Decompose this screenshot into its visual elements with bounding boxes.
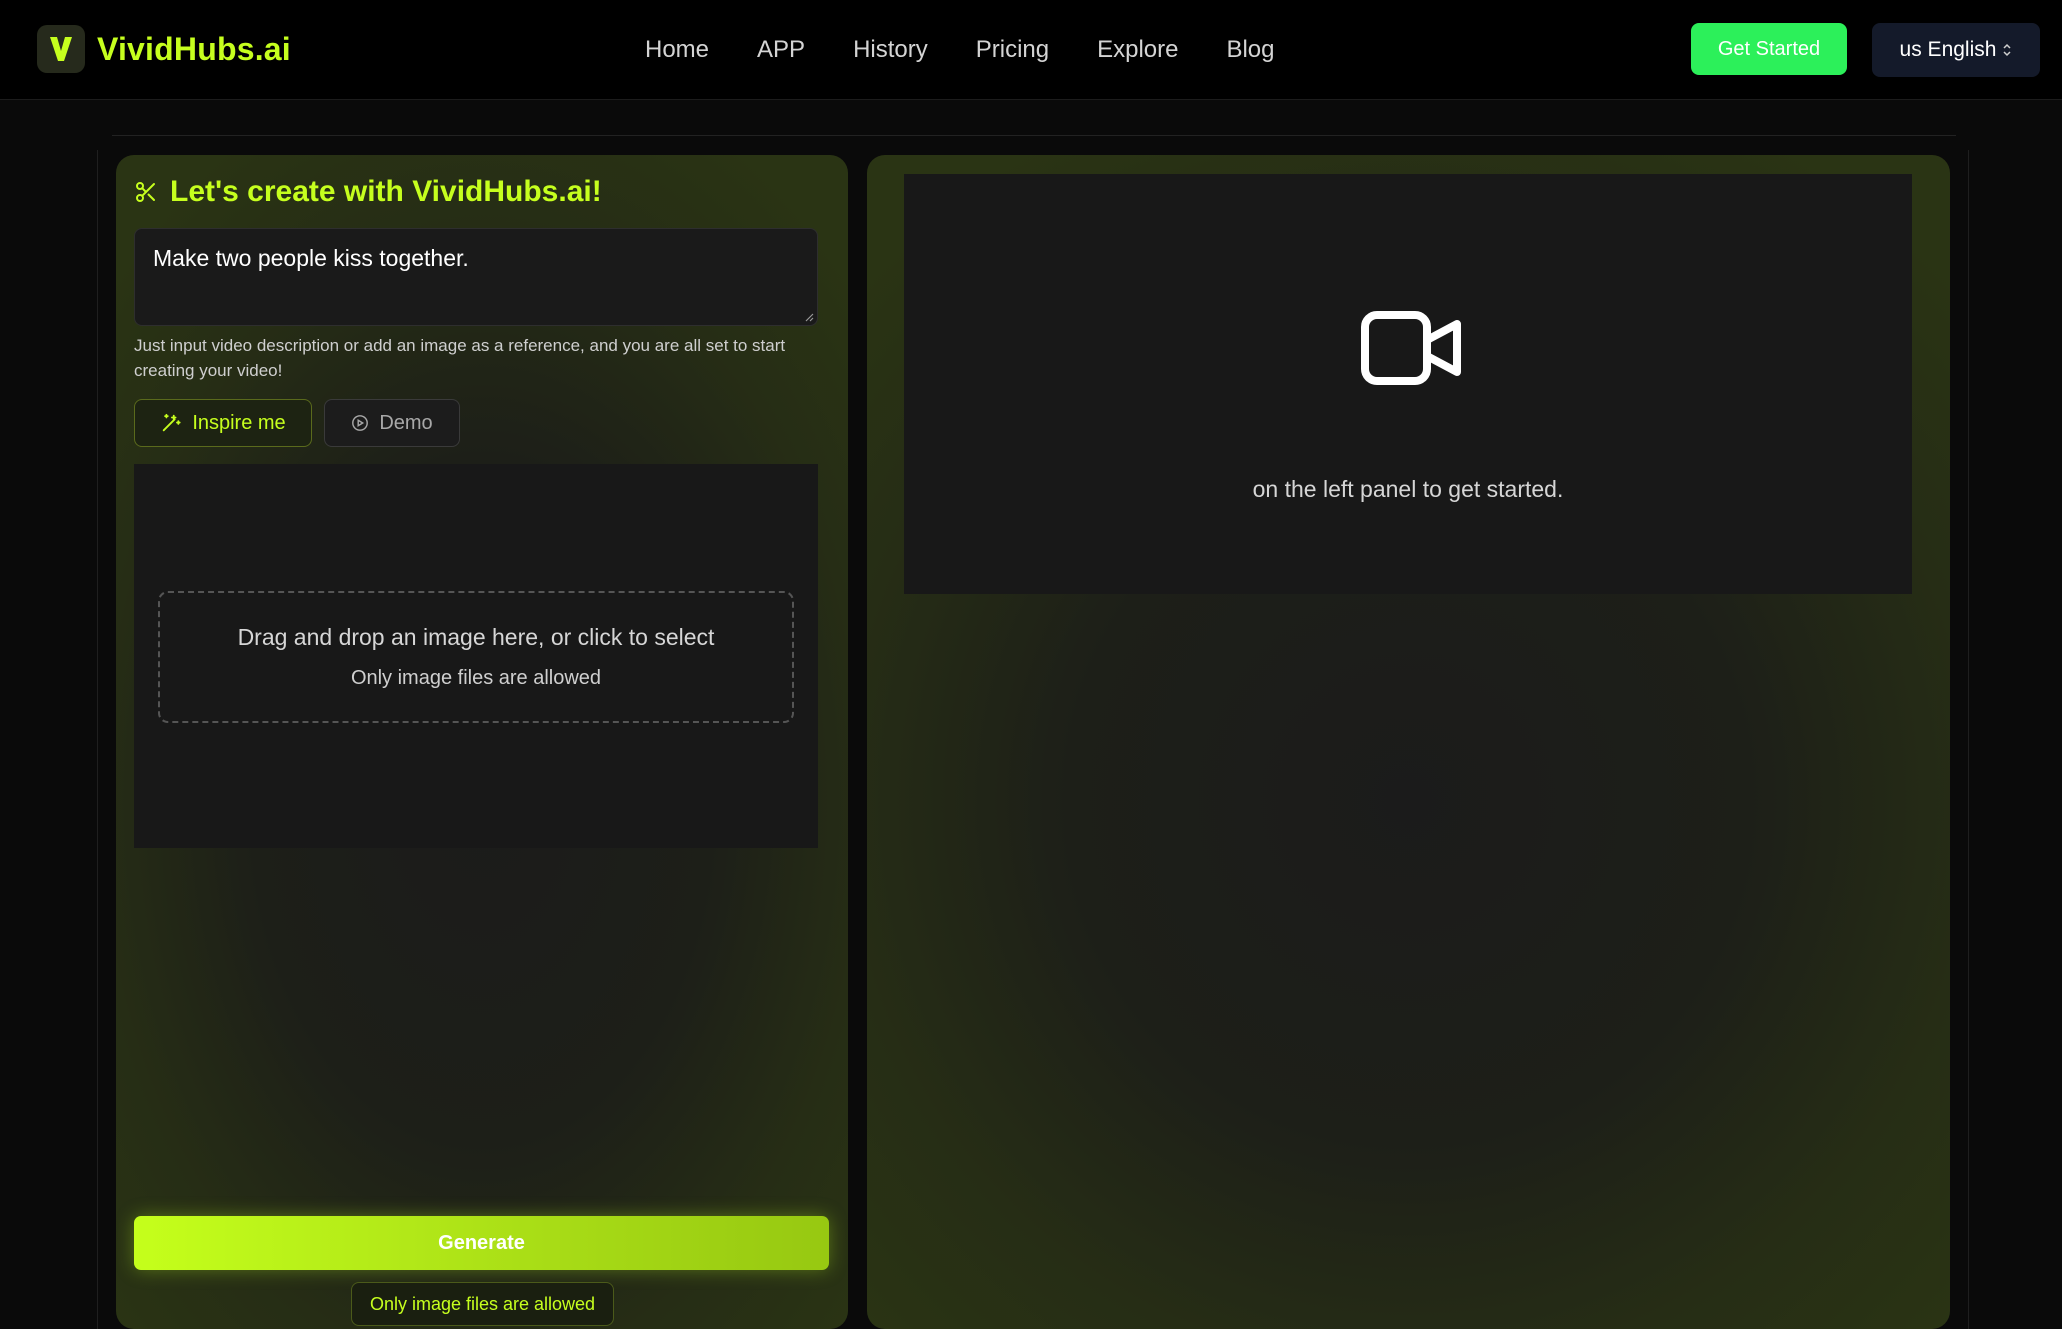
preview-hint: on the left panel to get started. <box>1252 476 1564 502</box>
main-nav: Home APP History Pricing Explore Blog <box>645 30 1323 70</box>
v-logo-icon <box>37 25 85 73</box>
prompt-textarea[interactable]: Make two people kiss together. <box>134 228 818 326</box>
get-started-button[interactable]: Get Started <box>1691 23 1847 75</box>
nav-app[interactable]: APP <box>757 36 805 64</box>
frame-border-left <box>97 150 98 1329</box>
file-type-notice: Only image files are allowed <box>351 1282 614 1326</box>
nav-blog[interactable]: Blog <box>1226 36 1274 64</box>
prompt-value: Make two people kiss together. <box>153 245 469 271</box>
inspire-me-button[interactable]: Inspire me <box>134 399 312 447</box>
prompt-hint: Just input video description or add an i… <box>134 336 786 380</box>
chevron-up-down-icon <box>2002 42 2012 58</box>
language-label: us English <box>1899 38 1997 61</box>
resize-handle-icon[interactable] <box>804 312 814 322</box>
nav-history[interactable]: History <box>853 36 928 64</box>
create-panel: Let's create with VividHubs.ai! Make two… <box>116 155 848 1329</box>
page-divider <box>112 135 1956 136</box>
play-circle-icon <box>352 415 369 431</box>
nav-home[interactable]: Home <box>645 36 709 64</box>
image-dropzone[interactable]: Drag and drop an image here, or click to… <box>158 591 794 723</box>
magic-wand-icon <box>163 413 181 432</box>
create-title-text: Let's create with VividHubs.ai! <box>170 175 602 208</box>
create-title: Let's create with VividHubs.ai! <box>134 175 602 209</box>
dropzone-title: Drag and drop an image here, or click to… <box>237 624 715 650</box>
brand-name: VividHubs.ai <box>97 30 291 67</box>
video-preview: on the left panel to get started. <box>904 174 1912 594</box>
frame-border-right <box>1968 150 1969 1329</box>
brand[interactable]: VividHubs.ai <box>37 24 291 74</box>
nav-explore[interactable]: Explore <box>1097 36 1178 64</box>
demo-button[interactable]: Demo <box>324 399 460 447</box>
scissors-icon <box>136 182 155 202</box>
demo-label: Demo <box>379 411 433 434</box>
image-upload-area[interactable]: Drag and drop an image here, or click to… <box>134 464 818 848</box>
language-select[interactable]: us English <box>1872 23 2040 77</box>
inspire-me-label: Inspire me <box>192 411 286 434</box>
nav-pricing[interactable]: Pricing <box>976 36 1049 64</box>
preview-panel: on the left panel to get started. <box>867 155 1950 1329</box>
video-camera-icon <box>1361 311 1461 385</box>
dropzone-subtitle: Only image files are allowed <box>350 667 602 689</box>
generate-button[interactable]: Generate <box>134 1216 829 1270</box>
top-header: VividHubs.ai Home APP History Pricing Ex… <box>0 0 2062 100</box>
